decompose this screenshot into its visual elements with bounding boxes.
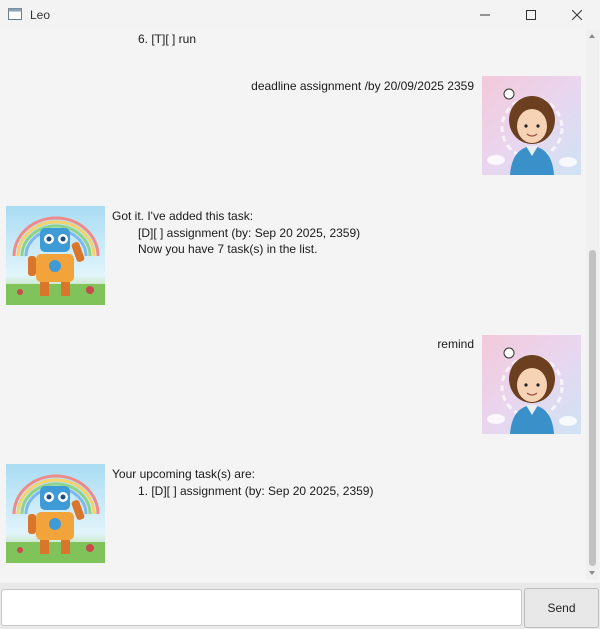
maximize-icon [526,10,536,20]
window-title: Leo [30,8,51,22]
robot-avatar [6,206,105,305]
bot-message-line: [D][ ] assignment (by: Sep 20 2025, 2359… [138,226,361,240]
scroll-up-arrow-icon[interactable] [589,34,595,38]
user-message-text: remind [437,337,474,351]
user-avatar [482,335,581,434]
user-avatar [482,76,581,175]
bot-message-line: 1. [D][ ] assignment (by: Sep 20 2025, 2… [138,484,374,498]
robot-avatar [6,464,105,563]
scroll-down-arrow-icon[interactable] [589,571,595,575]
bot-message-line: Your upcoming task(s) are: [112,467,255,481]
close-icon [572,10,582,20]
title-bar: Leo [0,0,600,30]
vertical-scrollbar[interactable] [586,30,599,579]
minimize-button[interactable] [462,0,508,30]
message-input[interactable] [1,589,522,626]
app-window-icon [8,8,22,20]
close-button[interactable] [554,0,600,30]
minimize-icon [480,14,490,16]
maximize-button[interactable] [508,0,554,30]
bot-message-line: 6. [T][ ] run [138,32,197,46]
user-message-text: deadline assignment /by 20/09/2025 2359 [251,79,474,93]
bot-message-line: Got it. I've added this task: [112,209,254,223]
chat-scroll-pane[interactable]: 6. [T][ ] run deadline assignment /by 20… [0,30,585,579]
bot-message-line: Now you have 7 task(s) in the list. [138,242,318,256]
send-button[interactable]: Send [524,588,599,628]
scroll-thumb[interactable] [589,250,596,566]
